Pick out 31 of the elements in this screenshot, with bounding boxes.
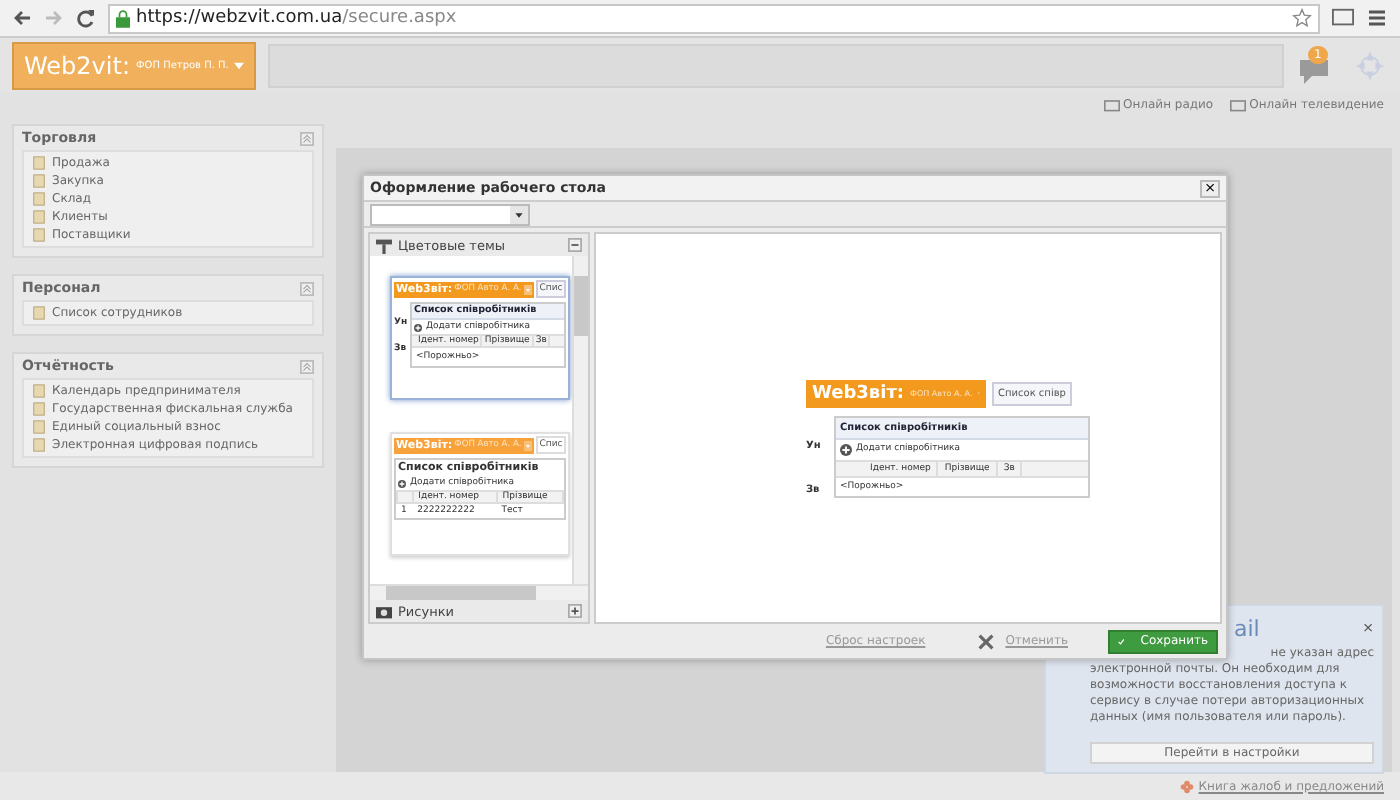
plus-icon <box>414 323 422 331</box>
scrollbar[interactable] <box>370 584 588 600</box>
tv-icon <box>1229 97 1246 111</box>
close-icon[interactable] <box>977 633 994 649</box>
collapse-icon[interactable] <box>300 281 314 295</box>
camera-icon <box>376 603 392 619</box>
notification-title: ail <box>1234 615 1260 641</box>
back-icon[interactable] <box>12 8 32 28</box>
plus-icon <box>398 479 406 487</box>
collapse-icon[interactable] <box>300 131 314 145</box>
scrollbar[interactable] <box>572 256 588 584</box>
address-bar[interactable]: https://webzvit.com.ua/secure.aspx <box>108 3 1320 33</box>
reload-icon[interactable] <box>76 8 96 28</box>
cast-icon[interactable] <box>1332 8 1354 28</box>
logo-text: Web3віт: <box>812 383 905 403</box>
flower-icon <box>1180 779 1195 793</box>
expand-icon <box>568 604 582 618</box>
dropdown-field[interactable] <box>370 203 530 225</box>
tv-icon <box>1103 97 1120 111</box>
menu-icon[interactable] <box>1366 8 1388 28</box>
url-text: https://webzvit.com.ua/secure.aspx <box>136 8 459 28</box>
paint-roller-icon <box>376 237 392 253</box>
lock-icon <box>116 9 130 27</box>
compass-icon[interactable] <box>1352 47 1388 83</box>
collapse-icon <box>568 238 582 252</box>
plus-icon <box>840 443 852 455</box>
document-icon <box>32 306 46 320</box>
star-icon[interactable] <box>1292 8 1312 28</box>
collapse-icon[interactable] <box>300 359 314 373</box>
check-icon <box>1118 633 1125 649</box>
forward-icon[interactable] <box>44 8 64 28</box>
